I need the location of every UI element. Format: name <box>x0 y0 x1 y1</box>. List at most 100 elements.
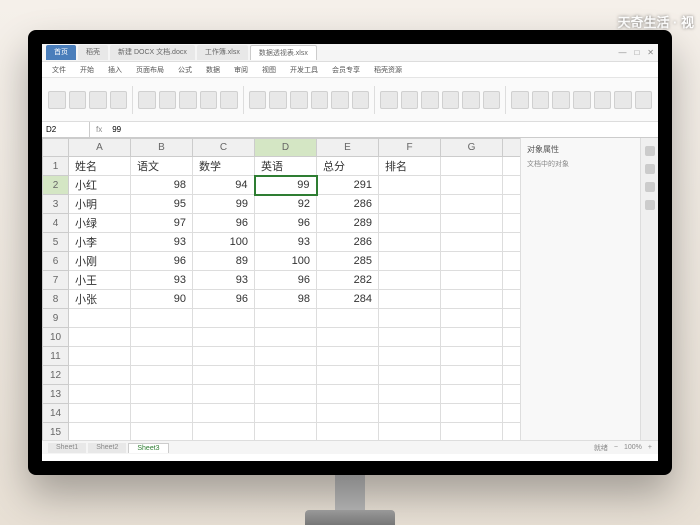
cell[interactable] <box>379 347 441 366</box>
row-header[interactable]: 3 <box>43 195 69 214</box>
cell[interactable]: 小刚 <box>69 252 131 271</box>
cell[interactable] <box>441 385 503 404</box>
cell[interactable] <box>193 404 255 423</box>
cell[interactable] <box>193 309 255 328</box>
document-tab[interactable]: 首页 <box>46 45 76 60</box>
ribbon-button[interactable] <box>462 91 480 109</box>
row-header[interactable]: 4 <box>43 214 69 233</box>
row-header[interactable]: 5 <box>43 233 69 252</box>
cell[interactable] <box>379 214 441 233</box>
cell-reference-box[interactable]: D2 <box>42 122 90 137</box>
ribbon-button[interactable] <box>614 91 632 109</box>
document-tab[interactable]: 工作簿.xlsx <box>197 45 248 60</box>
cell[interactable] <box>441 423 503 441</box>
ribbon-button[interactable] <box>352 91 370 109</box>
cell[interactable] <box>131 423 193 441</box>
cell[interactable] <box>255 423 317 441</box>
cell[interactable] <box>131 366 193 385</box>
cell[interactable] <box>503 252 521 271</box>
select-all-corner[interactable] <box>43 139 69 157</box>
cell[interactable] <box>503 309 521 328</box>
cell[interactable] <box>503 385 521 404</box>
cell[interactable]: 93 <box>131 233 193 252</box>
cell[interactable]: 数学 <box>193 157 255 176</box>
cell[interactable] <box>441 195 503 214</box>
cell[interactable] <box>255 366 317 385</box>
cell[interactable]: 小李 <box>69 233 131 252</box>
ribbon-button[interactable] <box>200 91 218 109</box>
cell[interactable] <box>317 423 379 441</box>
cell[interactable] <box>69 385 131 404</box>
cell[interactable] <box>441 404 503 423</box>
cell[interactable] <box>317 366 379 385</box>
cell[interactable] <box>317 385 379 404</box>
ribbon-button[interactable] <box>290 91 308 109</box>
cell[interactable]: 89 <box>193 252 255 271</box>
ribbon-button[interactable] <box>421 91 439 109</box>
cell[interactable] <box>193 385 255 404</box>
cell[interactable]: 小明 <box>69 195 131 214</box>
row-header[interactable]: 13 <box>43 385 69 404</box>
cell[interactable]: 286 <box>317 195 379 214</box>
row-header[interactable]: 14 <box>43 404 69 423</box>
row-header[interactable]: 2 <box>43 176 69 195</box>
cell[interactable] <box>317 347 379 366</box>
cell[interactable]: 小红 <box>69 176 131 195</box>
column-header[interactable]: D <box>255 139 317 157</box>
cell[interactable] <box>503 214 521 233</box>
menu-item[interactable]: 开发工具 <box>290 65 318 75</box>
cell[interactable] <box>503 157 521 176</box>
ribbon-button[interactable] <box>331 91 349 109</box>
cell[interactable]: 100 <box>193 233 255 252</box>
cell[interactable]: 96 <box>131 252 193 271</box>
cell[interactable]: 289 <box>317 214 379 233</box>
cell[interactable] <box>317 309 379 328</box>
ribbon-button[interactable] <box>269 91 287 109</box>
cell[interactable]: 英语 <box>255 157 317 176</box>
cell[interactable] <box>379 385 441 404</box>
cell[interactable] <box>441 366 503 385</box>
cell[interactable] <box>255 328 317 347</box>
cell[interactable] <box>441 176 503 195</box>
cell[interactable] <box>441 233 503 252</box>
column-header[interactable]: B <box>131 139 193 157</box>
cell[interactable] <box>503 404 521 423</box>
cell[interactable]: 94 <box>193 176 255 195</box>
ribbon-button[interactable] <box>532 91 550 109</box>
cell[interactable] <box>503 290 521 309</box>
menu-item[interactable]: 会员专享 <box>332 65 360 75</box>
column-header[interactable]: C <box>193 139 255 157</box>
cell[interactable] <box>131 347 193 366</box>
zoom-in-icon[interactable]: + <box>648 444 652 451</box>
cell[interactable]: 282 <box>317 271 379 290</box>
document-tab[interactable]: 数据透视表.xlsx <box>250 45 317 60</box>
close-icon[interactable]: ✕ <box>647 48 654 57</box>
formula-input[interactable]: 99 <box>108 125 658 134</box>
cell[interactable]: 90 <box>131 290 193 309</box>
menu-item[interactable]: 公式 <box>178 65 192 75</box>
spreadsheet-area[interactable]: ABCDEFGH1姓名语文数学英语总分排名2小红9894992913小明9599… <box>42 138 520 440</box>
cell[interactable] <box>379 328 441 347</box>
ribbon-button[interactable] <box>442 91 460 109</box>
ribbon-button[interactable] <box>594 91 612 109</box>
cell[interactable]: 小张 <box>69 290 131 309</box>
cell[interactable] <box>379 423 441 441</box>
tool-icon[interactable] <box>645 146 655 156</box>
ribbon-button[interactable] <box>483 91 501 109</box>
cell[interactable]: 99 <box>193 195 255 214</box>
sheet-tab[interactable]: Sheet1 <box>48 443 86 453</box>
cell[interactable]: 语文 <box>131 157 193 176</box>
cell[interactable] <box>441 252 503 271</box>
cell[interactable]: 92 <box>255 195 317 214</box>
cell[interactable] <box>193 366 255 385</box>
cell[interactable] <box>131 385 193 404</box>
cell[interactable] <box>317 404 379 423</box>
cell[interactable]: 93 <box>193 271 255 290</box>
minimize-icon[interactable]: — <box>618 48 626 57</box>
column-header[interactable]: G <box>441 139 503 157</box>
cell[interactable] <box>193 328 255 347</box>
cell[interactable] <box>379 404 441 423</box>
cell[interactable] <box>503 347 521 366</box>
cell[interactable] <box>379 271 441 290</box>
cell[interactable] <box>69 404 131 423</box>
